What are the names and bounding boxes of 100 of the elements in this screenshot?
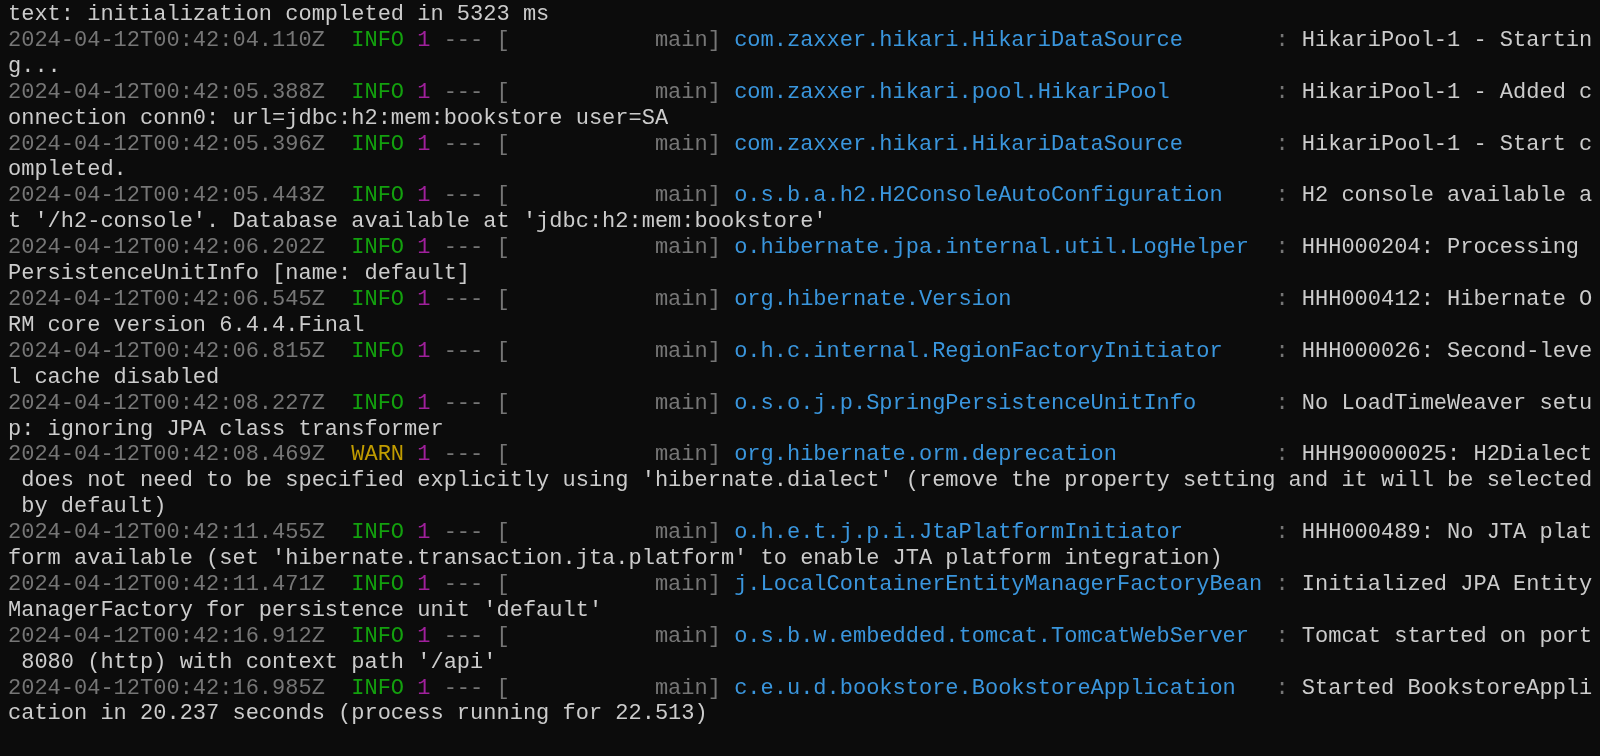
log-colon: : (1275, 520, 1289, 546)
log-level: INFO (351, 390, 405, 416)
process-id: 1 (417, 79, 431, 105)
log-timestamp: 2024-04-12T00:42:11.455Z (8, 520, 325, 546)
log-colon: : (1275, 286, 1289, 312)
log-timestamp: 2024-04-12T00:42:06.545Z (8, 286, 325, 312)
logger-name: com.zaxxer.hikari.HikariDataSource (734, 131, 1183, 157)
process-id: 1 (417, 338, 431, 364)
log-separator: --- (443, 675, 484, 701)
thread-name: main] (654, 235, 721, 261)
log-separator: --- (443, 183, 484, 209)
log-separator: --- (443, 390, 484, 416)
process-id: 1 (417, 286, 431, 312)
logger-name: o.hibernate.jpa.internal.util.LogHelper (734, 235, 1249, 261)
log-separator: --- (443, 520, 484, 546)
thread-bracket: [ (496, 27, 510, 53)
log-timestamp: 2024-04-12T00:42:08.227Z (8, 390, 325, 416)
logger-name: j.LocalContainerEntityManagerFactoryBean (734, 571, 1263, 597)
log-timestamp: 2024-04-12T00:42:11.471Z (8, 571, 325, 597)
thread-bracket: [ (496, 338, 510, 364)
thread-bracket: [ (496, 520, 510, 546)
log-colon: : (1275, 27, 1289, 53)
log-colon: : (1275, 235, 1289, 261)
logger-name: o.h.e.t.j.p.i.JtaPlatformInitiator (734, 520, 1183, 546)
log-text: text: initialization completed in 5323 ms (8, 2, 550, 27)
thread-name: main] (654, 390, 721, 416)
log-timestamp: 2024-04-12T00:42:05.443Z (8, 183, 325, 209)
log-timestamp: 2024-04-12T00:42:06.815Z (8, 338, 325, 364)
thread-bracket: [ (496, 183, 510, 209)
logger-name: com.zaxxer.hikari.pool.HikariPool (734, 79, 1170, 105)
process-id: 1 (417, 27, 431, 53)
log-level: INFO (351, 131, 405, 157)
logger-name: o.h.c.internal.RegionFactoryInitiator (734, 338, 1223, 364)
log-separator: --- (443, 286, 484, 312)
log-message-continued: does not need to be specified explicitly using 'hibernate.dialect' (remove the property setting and it will be selected (20, 468, 1593, 495)
log-separator: --- (443, 571, 484, 597)
log-colon: : (1275, 675, 1289, 701)
thread-name: main] (654, 79, 721, 105)
log-message-continued: by default) (20, 494, 167, 521)
log-message: No LoadTimeWeaver setu (1301, 390, 1593, 416)
process-id: 1 (417, 183, 431, 209)
log-message: Initialized JPA Entity (1301, 571, 1593, 597)
thread-bracket: [ (496, 442, 510, 468)
thread-name: main] (654, 131, 721, 157)
log-message: HHH000204: Processing (1301, 235, 1580, 261)
log-message: HikariPool-1 - Startin (1301, 27, 1593, 53)
log-timestamp: 2024-04-12T00:42:05.396Z (8, 131, 325, 157)
log-separator: --- (443, 79, 484, 105)
process-id: 1 (417, 675, 431, 701)
log-message-continued: cation in 20.237 seconds (process running for 22.513) (8, 701, 708, 728)
log-message-continued: PersistenceUnitInfo [name: default] (8, 261, 471, 287)
thread-bracket: [ (496, 675, 510, 701)
logger-name: com.zaxxer.hikari.HikariDataSource (734, 27, 1183, 53)
thread-name: main] (654, 442, 721, 468)
log-colon: : (1275, 183, 1289, 209)
log-level: INFO (351, 571, 405, 597)
log-message-continued: t '/h2-console'. Database available at 'jdbc:h2:mem:bookstore' (8, 209, 827, 236)
log-message: HHH000489: No JTA plat (1301, 520, 1593, 546)
log-level: INFO (351, 623, 405, 649)
log-message-continued: ompleted. (8, 157, 127, 184)
log-message-continued: p: ignoring JPA class transformer (8, 416, 444, 443)
logger-name: o.s.o.j.p.SpringPersistenceUnitInfo (734, 390, 1197, 416)
process-id: 1 (417, 390, 431, 416)
process-id: 1 (417, 235, 431, 261)
log-message-continued: g... (8, 53, 61, 80)
log-separator: --- (443, 442, 484, 468)
thread-bracket: [ (496, 286, 510, 312)
thread-name: main] (654, 623, 721, 649)
log-timestamp: 2024-04-12T00:42:16.912Z (8, 623, 325, 649)
log-timestamp: 2024-04-12T00:42:06.202Z (8, 235, 325, 261)
log-message-continued: form available (set 'hibernate.transaction.jta.platform' to enable JTA platform integration) (8, 546, 1223, 572)
log-colon: : (1275, 79, 1289, 105)
log-level: WARN (351, 442, 405, 468)
log-message: Tomcat started on port (1301, 623, 1593, 649)
logger-name: o.s.b.a.h2.H2ConsoleAutoConfiguration (734, 183, 1223, 209)
log-colon: : (1275, 571, 1289, 597)
log-level: INFO (351, 235, 405, 261)
thread-bracket: [ (496, 79, 510, 105)
logger-name: org.hibernate.Version (734, 286, 1012, 312)
logger-name: o.s.b.w.embedded.tomcat.TomcatWebServer (734, 623, 1249, 649)
log-message: Started BookstoreAppli (1301, 675, 1593, 701)
thread-name: main] (654, 675, 721, 701)
log-level: INFO (351, 79, 405, 105)
thread-bracket: [ (496, 571, 510, 597)
log-level: INFO (351, 675, 405, 701)
log-separator: --- (443, 235, 484, 261)
thread-bracket: [ (496, 235, 510, 261)
log-message: HHH000412: Hibernate O (1301, 286, 1593, 312)
log-colon: : (1275, 623, 1289, 649)
thread-bracket: [ (496, 390, 510, 416)
thread-bracket: [ (496, 623, 510, 649)
process-id: 1 (417, 623, 431, 649)
log-message-continued: 8080 (http) with context path '/api' (20, 649, 497, 676)
thread-name: main] (654, 183, 721, 209)
log-level: INFO (351, 183, 405, 209)
process-id: 1 (417, 571, 431, 597)
log-timestamp: 2024-04-12T00:42:16.985Z (8, 675, 325, 701)
log-message-continued: RM core version 6.4.4.Final (8, 312, 365, 339)
log-message: HikariPool-1 - Start c (1301, 131, 1593, 157)
log-message: HHH000026: Second-leve (1301, 338, 1593, 364)
